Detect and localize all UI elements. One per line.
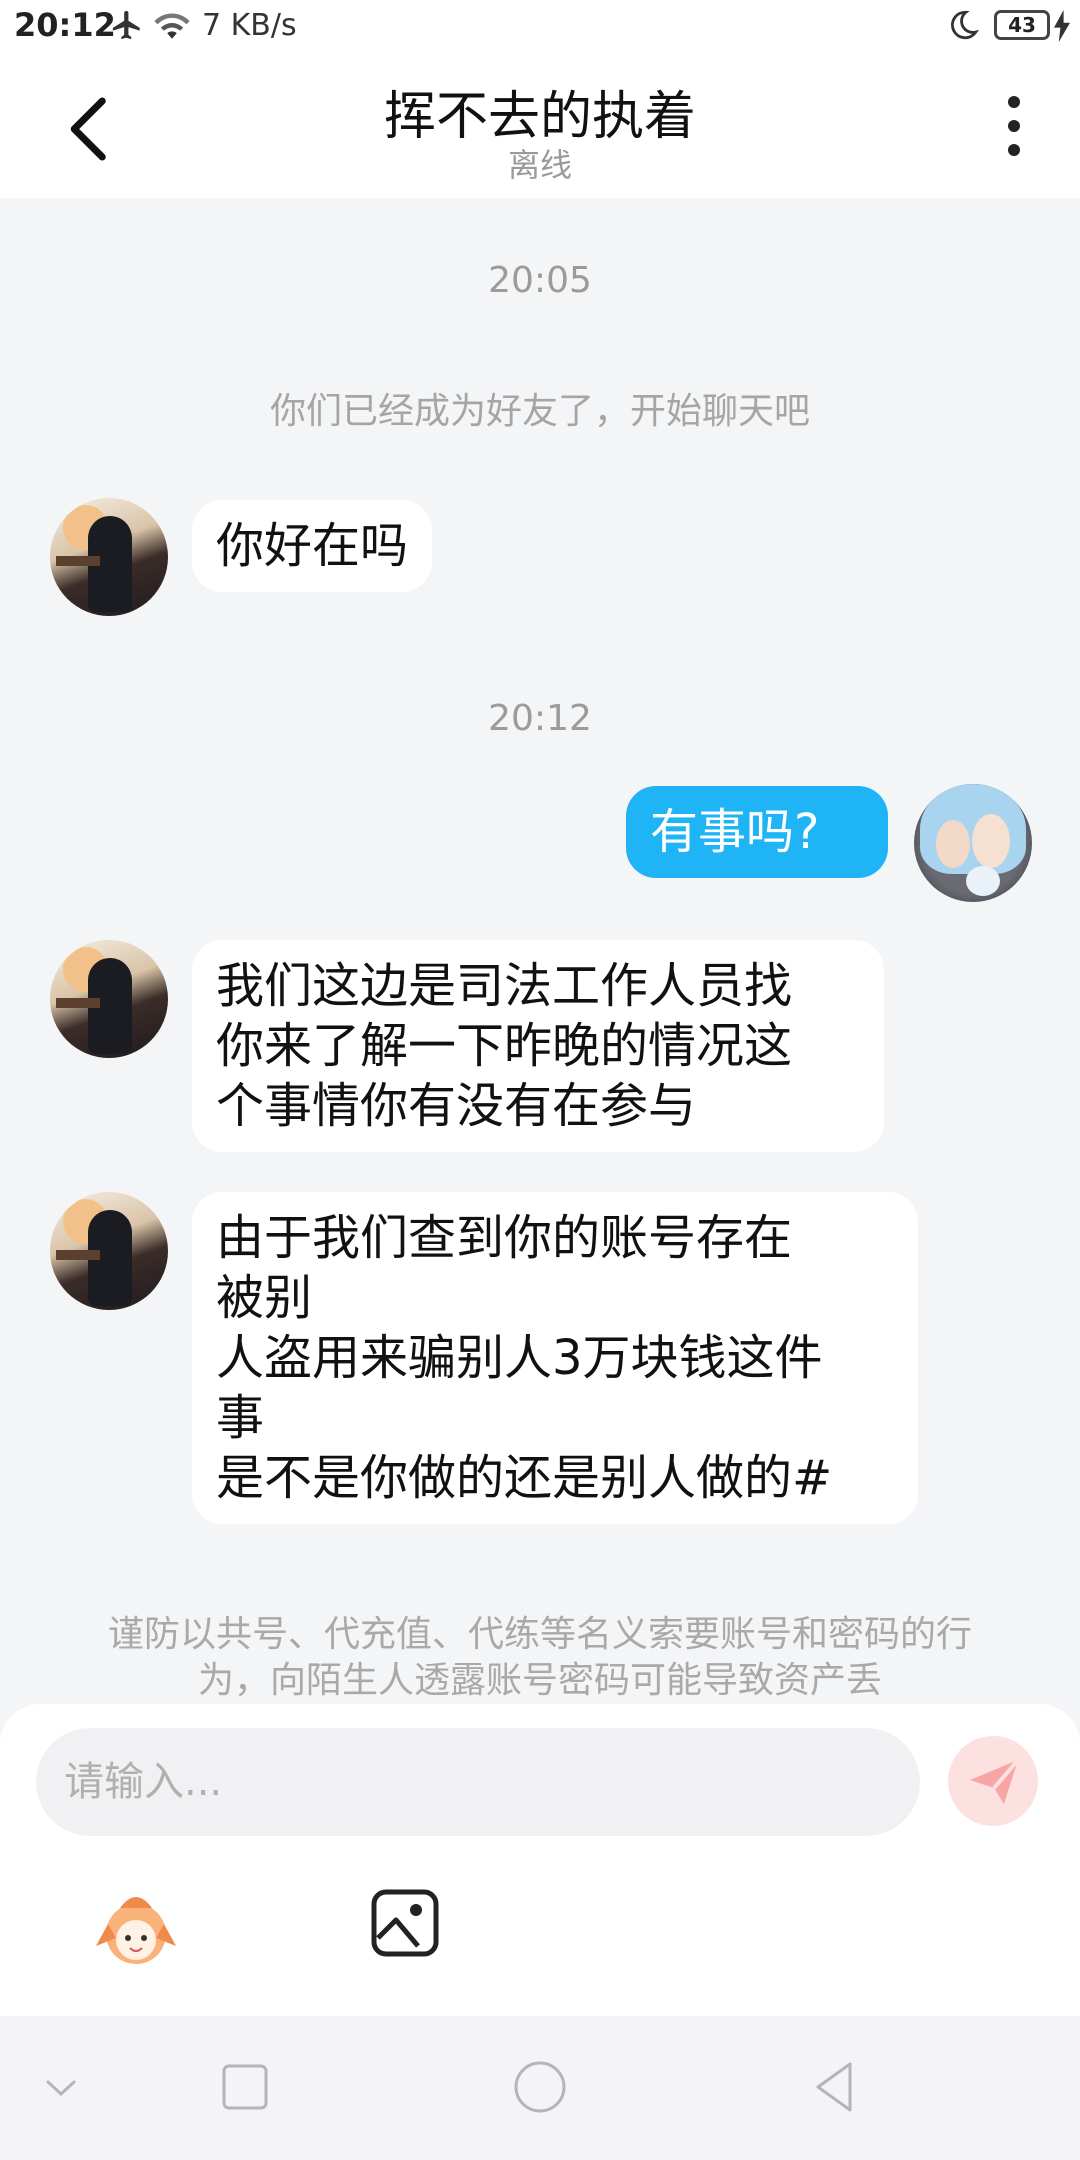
home-circle-icon[interactable] [505,2052,575,2122]
my-avatar[interactable] [914,784,1032,902]
recents-square-icon[interactable] [210,2052,280,2122]
back-triangle-icon[interactable] [800,2052,870,2122]
timestamp: 20:12 [488,698,592,739]
charging-icon [1054,10,1070,42]
security-warning: 谨防以共号、代充值、代练等名义索要账号和密码的行为，向陌生人透露账号密码可能导致… [107,1614,972,1701]
image-icon[interactable] [370,1888,440,1958]
message-input[interactable] [36,1728,920,1836]
contact-avatar[interactable] [50,1192,168,1310]
message-bubble-outgoing[interactable]: 有事吗? [626,786,888,878]
timestamp: 20:05 [488,260,592,301]
contact-status: 离线 [507,146,572,184]
battery-level: 43 [1008,13,1036,37]
status-time: 20:12 [14,6,116,44]
network-speed: 7 KB/s [202,8,297,43]
contact-avatar[interactable] [50,498,168,616]
message-list[interactable]: 20:05 你们已经成为好友了，开始聊天吧 你好在吗 20:12 有事吗? 我们… [0,198,1080,1708]
chat-header: 挥不去的执着 离线 [0,56,1080,198]
input-panel [0,1704,1080,2016]
message-bubble-incoming[interactable]: 我们这边是司法工作人员找 你来了解一下昨晚的情况这 个事情你有没有在参与 [192,940,884,1152]
airplane-icon [112,10,140,40]
contact-avatar[interactable] [50,940,168,1058]
message-bubble-incoming[interactable]: 你好在吗 [192,500,433,592]
wifi-icon [154,13,190,39]
message-bubble-incoming[interactable]: 由于我们查到你的账号存在 被别 人盗用来骗别人3万块钱这件 事 是不是你做的还是… [192,1192,918,1524]
status-bar: 20:12 7 KB/s 43 [0,0,1080,56]
more-vertical-icon[interactable] [996,96,1032,166]
chat-screen: 20:12 7 KB/s 43 挥不去的执着 离线 20:05 你们已经成为好友… [0,0,1080,2160]
send-icon [970,1758,1020,1804]
system-nav-bar [0,2016,1080,2160]
battery-icon: 43 [994,10,1050,40]
moon-icon [951,10,980,40]
collapse-down-icon[interactable] [26,2052,96,2122]
send-button[interactable] [948,1736,1038,1826]
system-message: 你们已经成为好友了，开始聊天吧 [269,391,810,432]
contact-name: 挥不去的执着 [383,87,696,147]
emoji-sticker-icon[interactable] [92,1884,180,1972]
